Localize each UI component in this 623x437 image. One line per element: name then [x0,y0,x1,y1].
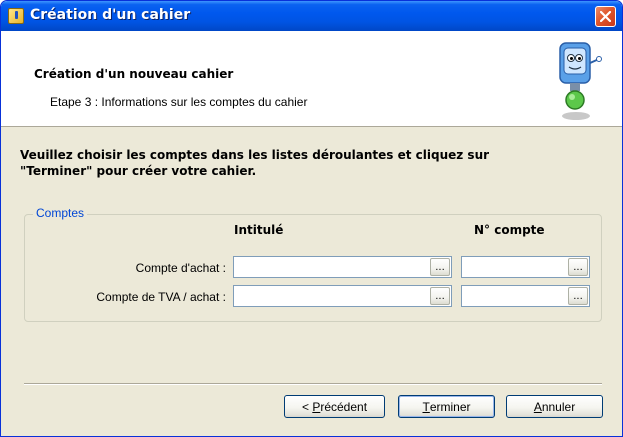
cancel-button-mnemonic: A [533,399,542,414]
close-button[interactable] [595,6,616,27]
vat-purchase-account-label-browse-button[interactable]: ... [430,287,450,305]
header-subtitle: Etape 3 : Informations sur les comptes d… [50,95,308,109]
window-title: Création d'un cahier [30,7,191,23]
instruction-line-1: Veuillez choisir les comptes dans les li… [20,148,490,162]
finish-button-mnemonic: T [422,399,430,414]
purchase-account-label: Compte d'achat : [135,261,226,275]
finish-button[interactable]: Terminer [398,395,495,418]
purchase-account-label-field[interactable]: ... [233,256,452,278]
wizard-header: Création d'un nouveau cahier Etape 3 : I… [1,31,622,127]
title-bar[interactable]: Création d'un cahier [1,1,622,31]
previous-button-prefix: < [301,399,313,414]
vat-purchase-account-label-field[interactable]: ... [233,285,452,307]
cancel-button-rest: nnuler [541,399,576,414]
cancel-button[interactable]: Annuler [506,395,603,418]
purchase-account-label-input[interactable] [236,259,428,275]
wizard-window: Création d'un cahier Création d'un nouve… [0,0,623,437]
purchase-account-number-browse-button[interactable]: ... [568,258,588,276]
previous-button[interactable]: < Précédent [284,395,385,418]
header-title: Création d'un nouveau cahier [34,67,234,81]
purchase-account-number-field[interactable]: ... [461,256,590,278]
vat-purchase-account-label: Compte de TVA / achat : [96,290,226,304]
column-header-label: Intitulé [234,223,284,237]
computer-mascot-icon [559,42,602,120]
previous-button-mnemonic: P [312,399,321,414]
instruction-line-2: "Terminer" pour créer votre cahier. [20,164,257,178]
vat-purchase-account-label-input[interactable] [236,288,428,304]
finish-button-rest: erminer [429,399,471,414]
close-icon [600,11,611,22]
vat-purchase-account-number-input[interactable] [464,288,566,304]
vat-purchase-account-number-field[interactable]: ... [461,285,590,307]
purchase-account-number-input[interactable] [464,259,566,275]
purchase-account-label-browse-button[interactable]: ... [430,258,450,276]
accounts-group-legend: Comptes [33,206,88,220]
instruction-text: Veuillez choisir les comptes dans les li… [20,147,610,179]
column-header-account-number: N° compte [474,223,545,237]
previous-button-rest: récédent [320,399,368,414]
app-icon [8,8,24,24]
vat-purchase-account-number-browse-button[interactable]: ... [568,287,588,305]
footer-separator [24,383,602,385]
